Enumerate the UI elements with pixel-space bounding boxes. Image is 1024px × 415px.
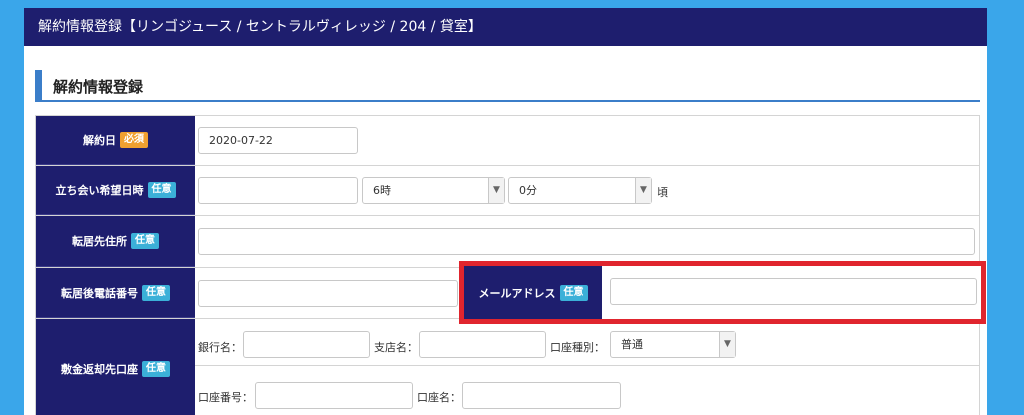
required-badge: 必須 [120,132,148,148]
account-name-input[interactable] [462,382,621,409]
optional-badge: 任意 [131,233,159,249]
label-new-address: 転居先住所 任意 [36,216,195,267]
label-text: メールアドレス [478,286,556,300]
email-highlight-box: メールアドレス 任意 [459,261,986,324]
visit-minute-select[interactable]: 0分 ▼ [508,177,652,204]
chevron-down-icon: ▼ [719,332,735,357]
branch-name-label: 支店名： [374,341,418,354]
account-type-select[interactable]: 普通 ▼ [610,331,736,358]
account-name-label: 口座名： [417,391,461,404]
row-cancel-date: 解約日 必須 2020-07-22 [36,116,979,166]
branch-name-input[interactable] [419,331,546,358]
select-value: 0分 [519,184,537,197]
account-type-label: 口座種別： [550,341,605,354]
section-title: 解約情報登録 [53,78,144,96]
row-visit-datetime: 立ち会い希望日時 任意 6時 ▼ 0分 ▼ 頃 [36,166,979,216]
bank-name-label: 銀行名： [198,341,242,354]
label-cancel-date: 解約日 必須 [36,116,195,165]
section-accent-bar [35,70,42,100]
optional-badge: 任意 [559,284,588,301]
label-new-phone: 転居後電話番号 任意 [36,268,195,318]
cancel-date-input[interactable]: 2020-07-22 [198,127,358,154]
label-text: 敷金返却先口座 [61,362,138,376]
visit-date-input[interactable] [198,177,358,204]
email-input[interactable] [610,278,977,305]
divider [195,365,979,366]
window-title: 解約情報登録【リンゴジュース / セントラルヴィレッジ / 204 / 貸室】 [24,8,987,46]
select-value: 6時 [373,184,391,197]
dialog-panel: 解約情報登録【リンゴジュース / セントラルヴィレッジ / 204 / 貸室】 … [24,8,987,415]
chevron-down-icon: ▼ [488,178,504,203]
label-refund-account: 敷金返却先口座 任意 [36,319,195,415]
label-visit-datetime: 立ち会い希望日時 任意 [36,166,195,215]
visit-hour-select[interactable]: 6時 ▼ [362,177,505,204]
label-text: 転居後電話番号 [61,286,138,300]
chevron-down-icon: ▼ [635,178,651,203]
label-text: 立ち会い希望日時 [55,184,144,197]
optional-badge: 任意 [142,360,170,377]
new-phone-input[interactable] [198,280,458,307]
select-value: 普通 [621,338,643,351]
account-number-input[interactable] [255,382,413,409]
row-refund-account: 敷金返却先口座 任意 銀行名： 支店名： 口座種別： 普通 ▼ 口座番号： 口座… [36,319,979,415]
label-email: メールアドレス 任意 [464,266,602,319]
new-address-input[interactable] [198,228,975,255]
optional-badge: 任意 [147,182,176,198]
visit-suffix: 頃 [657,186,668,199]
optional-badge: 任意 [142,284,170,301]
bank-name-input[interactable] [243,331,370,358]
section-header: 解約情報登録 [35,68,980,102]
label-text: 転居先住所 [72,235,127,248]
label-text: 解約日 [83,134,116,147]
account-number-label: 口座番号： [198,391,253,404]
